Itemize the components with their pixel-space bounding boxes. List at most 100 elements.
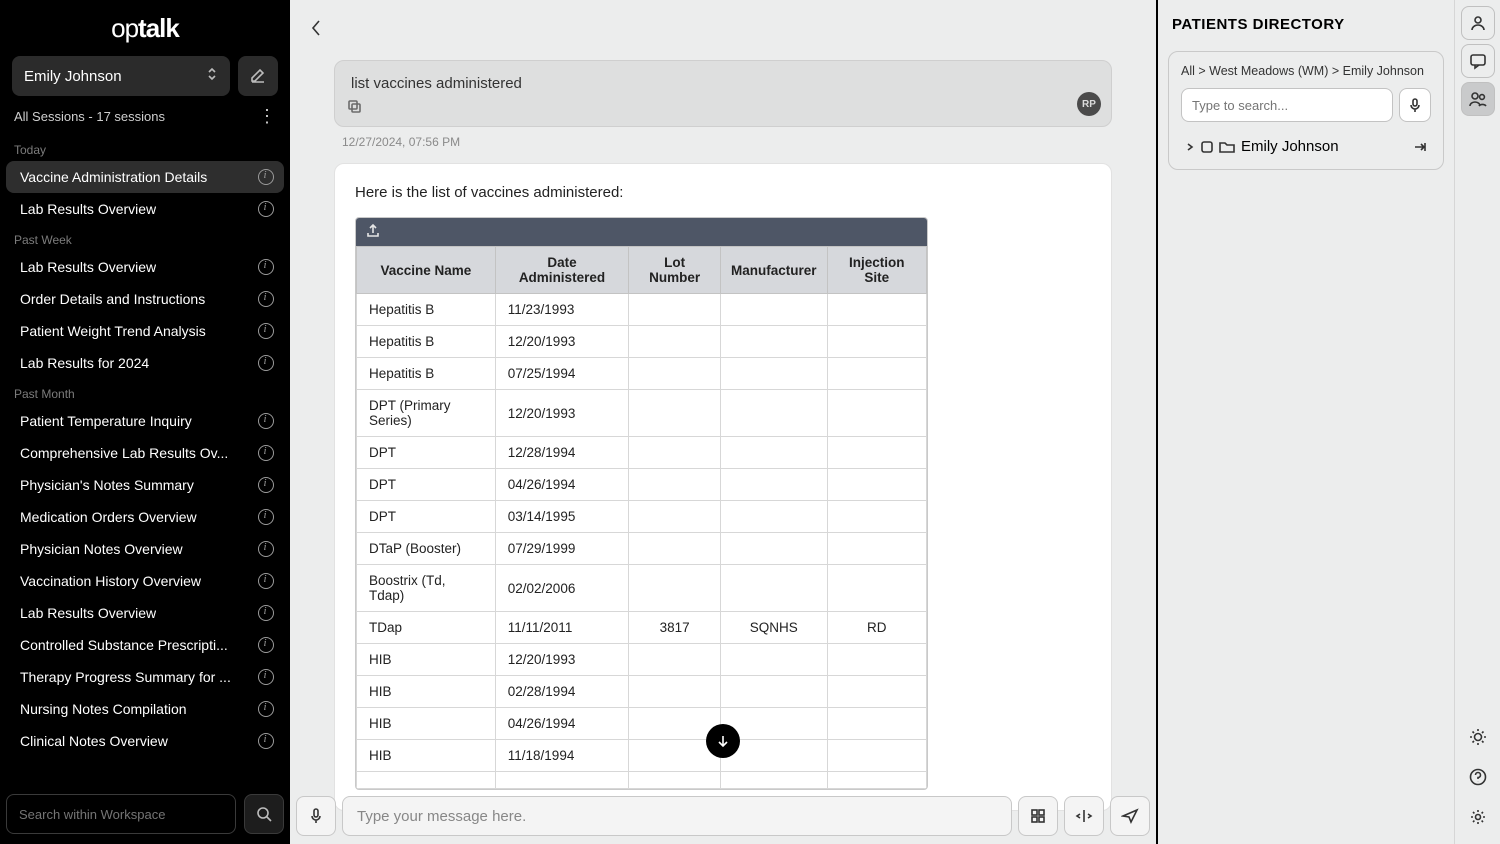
session-title: Controlled Substance Prescripti... <box>20 637 228 653</box>
sessions-summary: All Sessions - 17 sessions <box>14 109 165 124</box>
session-item[interactable]: Vaccination History Overview <box>6 565 284 597</box>
info-icon[interactable] <box>258 413 274 429</box>
message-input[interactable]: Type your message here. <box>342 796 1012 836</box>
search-icon <box>256 806 272 822</box>
copy-button[interactable] <box>347 99 361 118</box>
info-icon[interactable] <box>258 355 274 371</box>
mic-button[interactable] <box>296 796 336 836</box>
checkbox-icon[interactable] <box>1201 141 1213 153</box>
sessions-menu-button[interactable]: ⋮ <box>258 106 276 127</box>
session-item[interactable]: Lab Results Overview <box>6 251 284 283</box>
session-item[interactable]: Therapy Progress Summary for ... <box>6 661 284 693</box>
crumb-location[interactable]: West Meadows (WM) <box>1209 64 1328 78</box>
goto-icon[interactable] <box>1413 141 1427 153</box>
table-row: HIB02/28/1994 <box>357 676 927 708</box>
rail-chat-button[interactable] <box>1461 44 1495 78</box>
message-timestamp: 12/27/2024, 07:56 PM <box>342 135 1112 149</box>
rail-theme-button[interactable] <box>1461 720 1495 754</box>
session-item[interactable]: Lab Results Overview <box>6 597 284 629</box>
table-row: DTaP (Booster)07/29/1999 <box>357 533 927 565</box>
directory-search-input[interactable] <box>1181 88 1393 122</box>
rail-settings-button[interactable] <box>1461 800 1495 834</box>
session-item[interactable]: Comprehensive Lab Results Ov... <box>6 437 284 469</box>
table-cell: 3817 <box>629 612 721 644</box>
breadcrumb[interactable]: All > West Meadows (WM) > Emily Johnson <box>1181 64 1431 78</box>
folder-icon <box>1219 140 1235 154</box>
info-icon[interactable] <box>258 701 274 717</box>
rail-patients-button[interactable] <box>1461 82 1495 116</box>
info-icon[interactable] <box>258 291 274 307</box>
table-cell <box>827 676 926 708</box>
sidebar: optalk Emily Johnson All Sessions - 17 s… <box>0 0 290 844</box>
compose-button[interactable] <box>238 56 278 96</box>
export-button[interactable] <box>366 223 380 242</box>
info-icon[interactable] <box>258 201 274 217</box>
info-icon[interactable] <box>258 541 274 557</box>
info-icon[interactable] <box>258 169 274 185</box>
table-cell <box>629 358 721 390</box>
send-button[interactable] <box>1110 796 1150 836</box>
table-cell <box>827 390 926 437</box>
rail-help-button[interactable] <box>1461 760 1495 794</box>
session-item[interactable]: Order Details and Instructions <box>6 283 284 315</box>
back-button[interactable] <box>304 16 328 40</box>
rail-profile-button[interactable] <box>1461 6 1495 40</box>
info-icon[interactable] <box>258 259 274 275</box>
table-cell: RD <box>827 612 926 644</box>
table-row: Hepatitis B12/20/1993 <box>357 326 927 358</box>
session-title: Patient Temperature Inquiry <box>20 413 192 429</box>
send-icon <box>1121 808 1139 824</box>
table-cell <box>629 676 721 708</box>
table-cell <box>827 501 926 533</box>
directory-mic-button[interactable] <box>1399 88 1431 122</box>
session-item[interactable]: Patient Temperature Inquiry <box>6 405 284 437</box>
info-icon[interactable] <box>258 733 274 749</box>
grid-icon <box>1030 808 1046 824</box>
apps-button[interactable] <box>1018 796 1058 836</box>
info-icon[interactable] <box>258 669 274 685</box>
table-cell <box>827 358 926 390</box>
tree-item[interactable]: Emily Johnson <box>1181 132 1431 161</box>
copy-icon <box>347 99 361 113</box>
table-cell: 07/25/1994 <box>495 358 628 390</box>
table-cell: 02/28/1994 <box>495 676 628 708</box>
table-cell <box>629 501 721 533</box>
info-icon[interactable] <box>258 445 274 461</box>
sessions-list: TodayVaccine Administration DetailsLab R… <box>0 135 290 784</box>
session-item[interactable]: Clinical Notes Overview <box>6 725 284 757</box>
session-item[interactable]: Physician's Notes Summary <box>6 469 284 501</box>
crumb-patient[interactable]: Emily Johnson <box>1343 64 1424 78</box>
info-icon[interactable] <box>258 637 274 653</box>
info-icon[interactable] <box>258 605 274 621</box>
workspace-selector[interactable]: Emily Johnson <box>12 56 230 96</box>
table-header: Vaccine Name <box>357 247 496 294</box>
session-item[interactable]: Vaccine Administration Details <box>6 161 284 193</box>
table-cell <box>827 708 926 740</box>
crumb-all[interactable]: All <box>1181 64 1195 78</box>
table-row: Hepatitis B07/25/1994 <box>357 358 927 390</box>
table-cell <box>629 772 721 789</box>
assistant-message: Here is the list of vaccines administere… <box>334 163 1112 811</box>
session-item[interactable]: Lab Results Overview <box>6 193 284 225</box>
session-item[interactable]: Medication Orders Overview <box>6 501 284 533</box>
table-cell <box>629 326 721 358</box>
brand-logo: optalk <box>0 0 290 56</box>
split-button[interactable] <box>1064 796 1104 836</box>
info-icon[interactable] <box>258 573 274 589</box>
table-cell <box>721 469 828 501</box>
session-item[interactable]: Lab Results for 2024 <box>6 347 284 379</box>
vaccine-table: Vaccine NameDate AdministeredLot NumberM… <box>356 246 927 789</box>
sidebar-search-input[interactable] <box>6 794 236 834</box>
info-icon[interactable] <box>258 477 274 493</box>
info-icon[interactable] <box>258 323 274 339</box>
sidebar-search-button[interactable] <box>244 794 284 834</box>
session-item[interactable]: Controlled Substance Prescripti... <box>6 629 284 661</box>
table-cell: Hepatitis B <box>357 358 496 390</box>
info-icon[interactable] <box>258 509 274 525</box>
session-item[interactable]: Physician Notes Overview <box>6 533 284 565</box>
table-cell <box>721 326 828 358</box>
table-cell <box>827 326 926 358</box>
session-item[interactable]: Patient Weight Trend Analysis <box>6 315 284 347</box>
scroll-down-button[interactable] <box>706 724 740 758</box>
session-item[interactable]: Nursing Notes Compilation <box>6 693 284 725</box>
